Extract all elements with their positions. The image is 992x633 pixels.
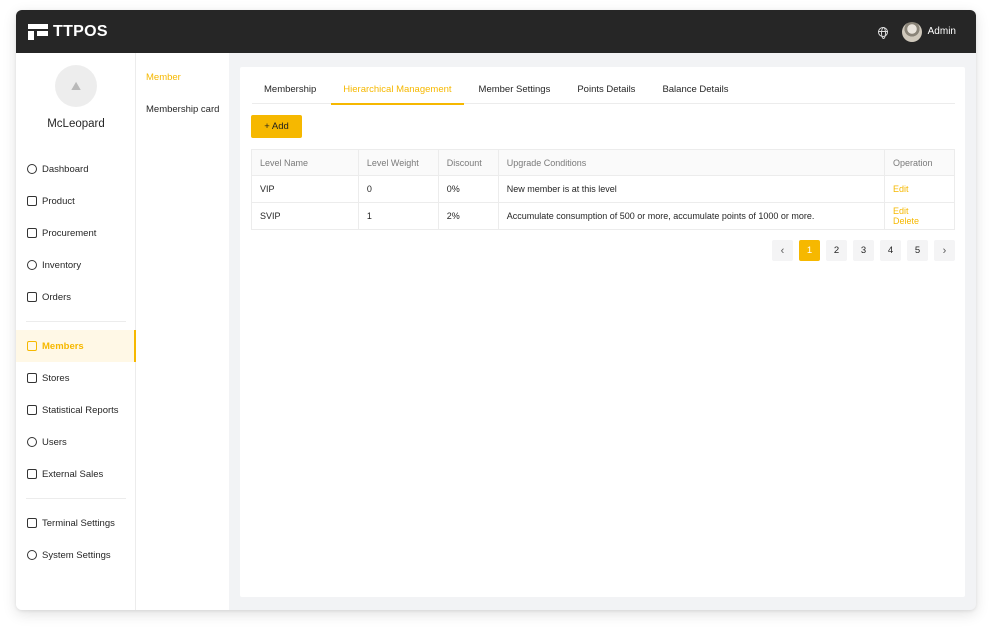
cell-level-weight: 1 [357,202,439,230]
delete-link[interactable]: Delete [893,216,919,226]
top-bar: TTPOS Admin [16,10,976,53]
sidebar: ⛰ McLeopard Dashboard Product Procuremen… [16,53,136,610]
stores-icon [27,373,37,383]
table-row: VIP 0 0% New member is at this level Edi… [251,175,956,203]
users-icon [27,437,37,447]
store-name: McLeopard [47,118,105,130]
page-button-5[interactable]: 5 [907,240,928,261]
column-header: Level Name [251,149,359,176]
nav-divider [26,498,126,499]
user-menu[interactable]: Admin [901,21,956,42]
column-header: Discount [437,149,499,176]
edit-link[interactable]: Edit [893,184,909,194]
table-header-row: Level Name Level Weight Discount Upgrade… [251,149,956,176]
cell-discount: 2% [437,202,499,230]
terminal-icon [27,518,37,528]
app-window: TTPOS Admin ⛰ McLeopard Dashboard Produc… [16,10,976,610]
dashboard-icon [27,164,37,174]
store-profile: ⛰ McLeopard [16,65,136,130]
store-avatar-placeholder-icon: ⛰ [55,65,97,107]
column-header: Level Weight [357,149,439,176]
sidebar-item-stores[interactable]: Stores [16,362,136,394]
sidebar-item-label: Orders [42,291,72,303]
avatar [901,21,922,42]
add-level-button[interactable]: + Add [251,115,302,138]
sidebar-item-dashboard[interactable]: Dashboard [16,153,136,185]
sidebar-item-product[interactable]: Product [16,185,136,217]
nav-divider [26,321,126,322]
table-row: SVIP 1 2% Accumulate consumption of 500 … [251,202,956,230]
page-button-4[interactable]: 4 [880,240,901,261]
language-globe-icon[interactable] [877,26,888,39]
sidebar-item-users[interactable]: Users [16,426,136,458]
logo-text: TTPOS [53,22,108,40]
cell-upgrade-conditions: Accumulate consumption of 500 or more, a… [497,202,885,230]
next-page-button[interactable]: › [934,240,955,261]
logo[interactable]: TTPOS [28,23,108,41]
tab-membership[interactable]: Membership [252,78,328,104]
sidebar-item-label: System Settings [42,549,111,561]
members-icon [27,341,37,351]
sidebar-item-label: Dashboard [42,163,89,175]
members-submenu: Member Membership card [136,53,229,610]
content-card: Membership Hierarchical Management Membe… [240,67,965,597]
submenu-item-member[interactable]: Member [146,72,181,83]
sidebar-nav: Dashboard Product Procurement Inventory … [16,153,136,571]
sidebar-item-inventory[interactable]: Inventory [16,249,136,281]
sidebar-item-label: Product [42,195,75,207]
cell-level-weight: 0 [357,175,439,203]
cell-upgrade-conditions: New member is at this level [497,175,885,203]
tab-points-details[interactable]: Points Details [565,78,647,104]
sidebar-item-orders[interactable]: Orders [16,281,136,313]
inventory-icon [27,260,37,270]
sidebar-item-terminal-settings[interactable]: Terminal Settings [16,507,136,539]
page-button-2[interactable]: 2 [826,240,847,261]
sidebar-item-label: Terminal Settings [42,517,115,529]
sidebar-item-label: Members [42,340,84,352]
orders-icon [27,292,37,302]
cart-icon [27,228,37,238]
sidebar-item-external-sales[interactable]: External Sales [16,458,136,490]
external-sales-icon [27,469,37,479]
sidebar-item-procurement[interactable]: Procurement [16,217,136,249]
sidebar-item-label: Users [42,436,67,448]
logo-icon [28,23,48,40]
tab-balance-details[interactable]: Balance Details [650,78,740,104]
reports-icon [27,405,37,415]
edit-link[interactable]: Edit [893,206,909,216]
user-name: Admin [927,26,956,37]
page-button-3[interactable]: 3 [853,240,874,261]
level-table: Level Name Level Weight Discount Upgrade… [251,149,956,230]
sidebar-item-system-settings[interactable]: System Settings [16,539,136,571]
tab-hierarchical-management[interactable]: Hierarchical Management [331,78,464,105]
column-header: Upgrade Conditions [497,149,885,176]
cell-level-name: VIP [251,175,359,203]
cell-level-name: SVIP [251,202,359,230]
settings-icon [27,550,37,560]
sidebar-item-label: Statistical Reports [42,404,119,416]
sidebar-item-label: Stores [42,372,70,384]
sidebar-item-statistical-reports[interactable]: Statistical Reports [16,394,136,426]
sidebar-item-label: Procurement [42,227,97,239]
cell-discount: 0% [437,175,499,203]
sidebar-item-label: Inventory [42,259,82,271]
submenu-item-membership-card[interactable]: Membership card [146,104,219,115]
tab-bar: Membership Hierarchical Management Membe… [252,78,955,105]
product-icon [27,196,37,206]
sidebar-item-label: External Sales [42,468,104,480]
sidebar-item-members[interactable]: Members [16,330,136,362]
pagination: ‹ 1 2 3 4 5 › [772,240,955,261]
cell-operation: Edit Delete [883,202,956,230]
column-header: Operation [883,149,956,176]
page-button-1[interactable]: 1 [799,240,820,261]
prev-page-button[interactable]: ‹ [772,240,793,261]
tab-member-settings[interactable]: Member Settings [467,78,563,104]
cell-operation: Edit [883,175,956,203]
